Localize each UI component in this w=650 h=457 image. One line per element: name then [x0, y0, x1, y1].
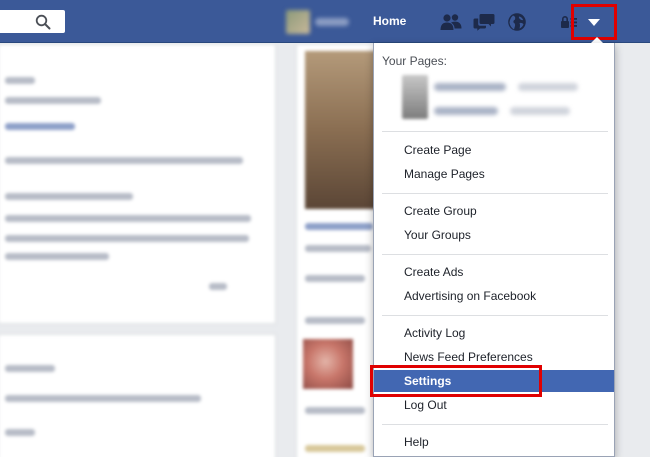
feed-post	[0, 44, 276, 324]
menu-separator	[382, 254, 608, 255]
menu-separator	[382, 193, 608, 194]
search-icon	[35, 14, 51, 29]
friends-icon	[440, 14, 462, 30]
messages-button[interactable]	[473, 12, 495, 32]
globe-icon	[508, 13, 526, 31]
notifications-button[interactable]	[506, 12, 528, 32]
account-menu-icon	[588, 19, 600, 26]
feed-post	[0, 334, 276, 457]
page-count-badge	[510, 107, 570, 115]
friend-requests-button[interactable]	[440, 12, 462, 32]
menu-item-log-out[interactable]: Log Out	[374, 394, 614, 416]
home-link[interactable]: Home	[373, 14, 406, 28]
account-menu-button[interactable]	[571, 4, 617, 40]
right-column	[296, 44, 377, 457]
menu-item-create-group[interactable]: Create Group	[374, 200, 614, 222]
profile-name	[315, 17, 349, 26]
search-input[interactable]	[0, 10, 65, 33]
top-navigation-bar: Home	[0, 0, 650, 43]
menu-separator	[382, 131, 608, 132]
menu-item-create-page[interactable]: Create Page	[374, 139, 614, 161]
menu-separator	[382, 424, 608, 425]
menu-item-manage-pages[interactable]: Manage Pages	[374, 163, 614, 185]
page-count-badge	[518, 83, 578, 91]
menu-item-your-groups[interactable]: Your Groups	[374, 224, 614, 246]
menu-item-help[interactable]: Help	[374, 431, 614, 453]
menu-item-advertising[interactable]: Advertising on Facebook	[374, 285, 614, 307]
menu-item-create-ads[interactable]: Create Ads	[374, 261, 614, 283]
menu-item-activity-log[interactable]: Activity Log	[374, 322, 614, 344]
your-pages-header: Your Pages:	[382, 54, 447, 68]
avatar	[286, 9, 310, 34]
settings-highlight-box	[370, 365, 542, 397]
menu-separator	[382, 315, 608, 316]
page-name[interactable]	[434, 83, 506, 91]
profile-link[interactable]	[286, 8, 356, 35]
page-name[interactable]	[434, 107, 498, 115]
search-button[interactable]	[29, 13, 57, 30]
page-thumbnail	[402, 75, 428, 119]
messages-icon	[473, 14, 495, 31]
